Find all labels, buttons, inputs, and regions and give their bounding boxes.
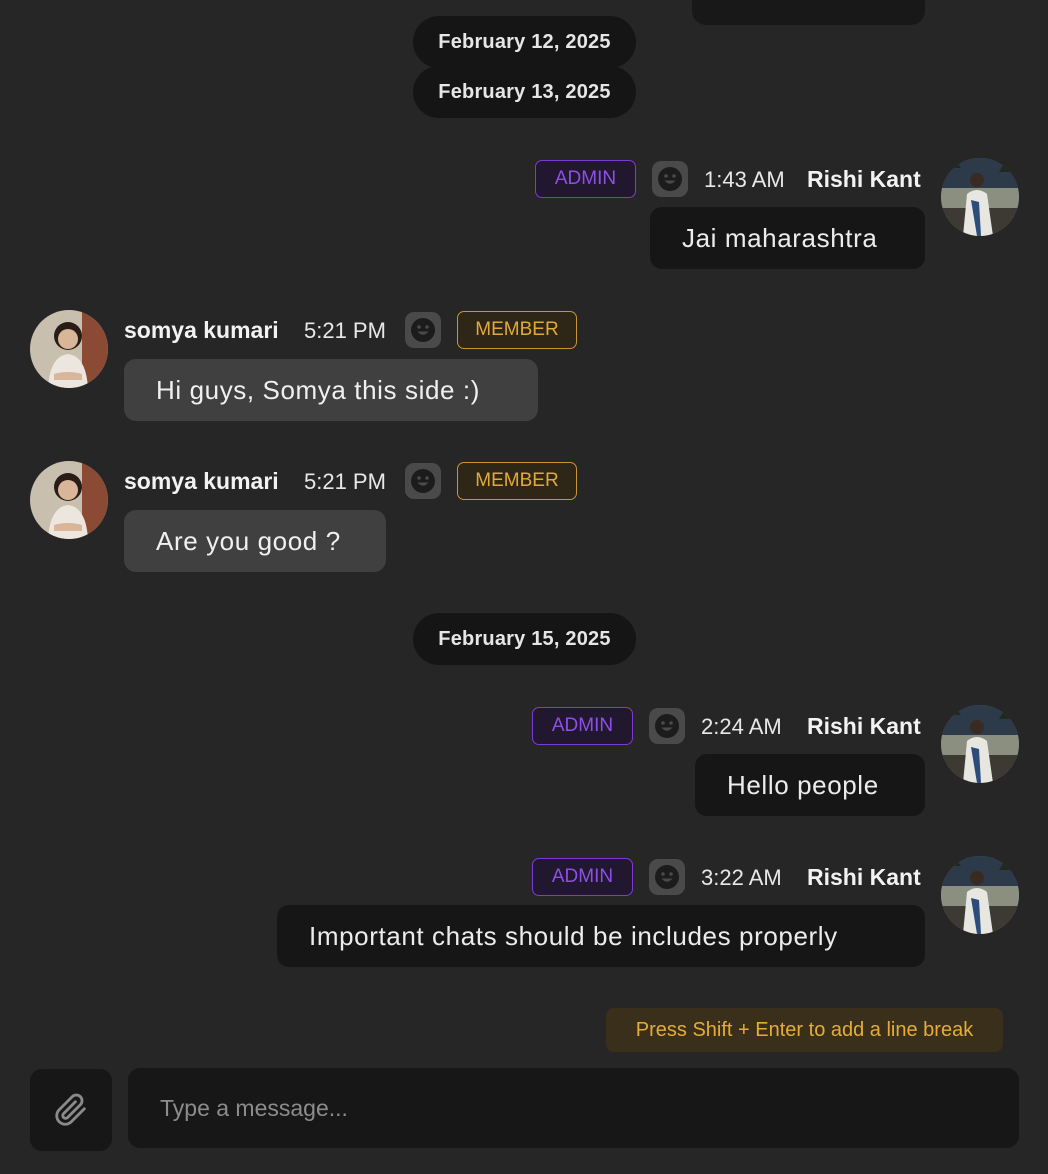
paperclip-icon	[55, 1093, 86, 1126]
message-time: 5:21 PM	[304, 318, 386, 343]
message-time: 2:24 AM	[701, 714, 782, 739]
sender-name[interactable]: Rishi Kant	[807, 168, 921, 191]
add-reaction-button[interactable]	[405, 463, 441, 499]
message-bubble[interactable]: Hi guys, Somya this side :)	[124, 359, 538, 421]
role-badge-admin: ADMIN	[532, 858, 633, 896]
add-reaction-button[interactable]	[405, 312, 441, 348]
message-bubble[interactable]: Are you good ?	[124, 510, 386, 572]
message-time: 3:22 AM	[701, 865, 782, 890]
avatar[interactable]	[941, 705, 1019, 783]
message-bubble[interactable]: Important chats should be includes prope…	[277, 905, 925, 967]
add-reaction-button[interactable]	[652, 161, 688, 197]
smile-icon	[655, 865, 679, 889]
date-separator: February 12, 2025	[413, 16, 636, 68]
smile-icon	[411, 318, 435, 342]
message-composer[interactable]	[128, 1068, 1019, 1148]
date-separator: February 15, 2025	[413, 613, 636, 665]
attach-button[interactable]	[30, 1069, 112, 1151]
message-time: 5:21 PM	[304, 469, 386, 494]
previous-message-bubble	[692, 0, 925, 25]
smile-icon	[658, 167, 682, 191]
avatar[interactable]	[30, 461, 108, 539]
smile-icon	[655, 714, 679, 738]
sender-name[interactable]: Rishi Kant	[807, 866, 921, 889]
sender-name[interactable]: somya kumari	[124, 319, 279, 342]
message-input[interactable]	[128, 1068, 1019, 1148]
chat-window: February 12, 2025 February 13, 2025 ADMI…	[0, 0, 1048, 1174]
line-break-hint: Press Shift + Enter to add a line break	[606, 1008, 1003, 1052]
message-bubble[interactable]: Hello people	[695, 754, 925, 816]
add-reaction-button[interactable]	[649, 859, 685, 895]
message-time: 1:43 AM	[704, 167, 785, 192]
avatar[interactable]	[941, 158, 1019, 236]
sender-name[interactable]: Rishi Kant	[807, 715, 921, 738]
date-separator: February 13, 2025	[413, 66, 636, 118]
avatar[interactable]	[30, 310, 108, 388]
role-badge-admin: ADMIN	[532, 707, 633, 745]
message-bubble[interactable]: Jai maharashtra	[650, 207, 925, 269]
avatar[interactable]	[941, 856, 1019, 934]
smile-icon	[411, 469, 435, 493]
sender-name[interactable]: somya kumari	[124, 470, 279, 493]
role-badge-admin: ADMIN	[535, 160, 636, 198]
role-badge-member: MEMBER	[457, 311, 577, 349]
add-reaction-button[interactable]	[649, 708, 685, 744]
role-badge-member: MEMBER	[457, 462, 577, 500]
